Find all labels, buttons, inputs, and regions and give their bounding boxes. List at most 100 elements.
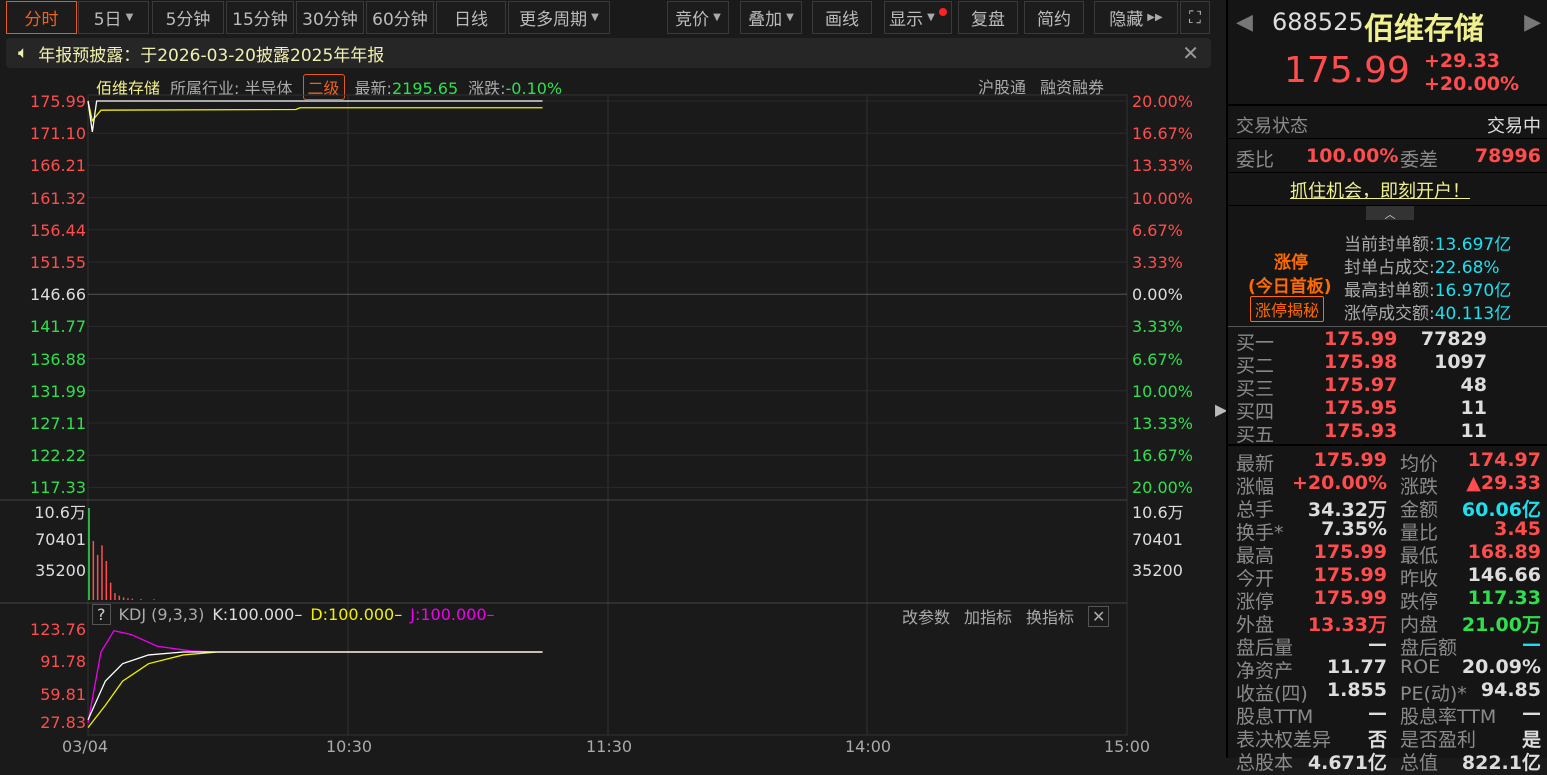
pct-tick: 3.33% (1132, 253, 1183, 272)
price-change: +29.33 (1424, 50, 1501, 72)
stat-value: 168.89 (1467, 541, 1541, 563)
kdj-tick: 123.76 (30, 620, 86, 639)
price-tick: 122.22 (30, 446, 86, 466)
open-account-link[interactable]: 抓住机会，即刻开户！ (1290, 177, 1470, 203)
stat-value: 175.99 (1313, 564, 1387, 586)
stat-value: 117.33 (1467, 587, 1541, 609)
limit-up-title: 涨停 (1274, 253, 1308, 273)
stat-value: 1.855 (1326, 679, 1387, 701)
price-tick: 127.11 (30, 414, 86, 433)
stat-value: 20.09% (1461, 656, 1541, 678)
stat-value: — (1522, 633, 1541, 655)
stat-value: 175.99 (1313, 587, 1387, 609)
stat-value: 4.671亿 (1307, 752, 1387, 774)
stock-title: 佰维存储 (1364, 12, 1484, 47)
stat-label: 总值 (1400, 752, 1439, 774)
bid-price[interactable]: 175.97 (1324, 374, 1397, 396)
time-tick: 03/04 (62, 737, 109, 756)
bid-price[interactable]: 175.99 (1324, 328, 1397, 350)
wc-label: 委差 (1400, 149, 1439, 171)
collapse-up-icon[interactable]: ︿ (1366, 206, 1414, 221)
stat-value: 822.1亿 (1461, 752, 1541, 774)
pct-tick: 13.33% (1132, 414, 1194, 433)
change-params-button[interactable]: 改参数 (902, 604, 950, 628)
limit-up-secret-button[interactable]: 涨停揭秘 (1250, 296, 1325, 322)
panel-splitter[interactable]: ▶ (1214, 0, 1227, 758)
wb-value: 100.00% (1306, 145, 1399, 167)
bid-price[interactable]: 175.93 (1324, 420, 1397, 442)
stat-value: — (1368, 702, 1387, 724)
stat-value: 146.66 (1467, 564, 1541, 586)
volume-tick: 10.6万 (34, 503, 86, 522)
stat-value: — (1522, 702, 1541, 724)
seal-label: 涨停成交额: (1344, 304, 1435, 324)
time-tick: 11:30 (586, 737, 633, 756)
seal-label: 最高封单额: (1344, 281, 1435, 301)
stat-value: 7.35% (1321, 518, 1387, 540)
stat-value: 174.97 (1467, 449, 1541, 471)
stat-value: 11.77 (1326, 656, 1387, 678)
price-tick: 141.77 (30, 317, 86, 337)
price-tick: 156.44 (30, 220, 86, 240)
bid-level: 买五 (1236, 424, 1275, 446)
pct-tick: 0.00% (1132, 285, 1183, 305)
next-stock-icon[interactable]: ▶ (1524, 10, 1541, 35)
stat-value: ▲29.33 (1466, 472, 1541, 494)
bid-volume: 11 (1460, 397, 1487, 419)
pct-tick: 16.67% (1132, 124, 1194, 144)
stock-code: 688525 (1272, 8, 1364, 36)
kdj-tick: 27.83 (40, 713, 86, 732)
stat-value: +20.00% (1291, 472, 1387, 494)
kdj-d: D:100.000– (310, 605, 403, 624)
volume-tick: 35200 (1132, 561, 1183, 580)
time-tick: 15:00 (1104, 737, 1151, 756)
quote-panel: ◀ ▶ 688525 佰维存储 175.99 +29.33 +20.00% 交易… (1226, 0, 1547, 774)
price-tick: 166.21 (30, 156, 86, 176)
switch-indicator-button[interactable]: 换指标 (1026, 604, 1074, 628)
add-indicator-button[interactable]: 加指标 (964, 604, 1012, 628)
price-tick: 117.33 (30, 478, 86, 498)
bid-volume: 1097 (1434, 351, 1487, 373)
price-tick: 171.10 (30, 124, 86, 144)
stat-value: 175.99 (1313, 541, 1387, 563)
seal-row: 最高封单额:16.970亿 (1344, 276, 1511, 301)
seal-value: 16.970亿 (1434, 281, 1512, 301)
price-tick: 161.32 (30, 188, 86, 208)
time-tick: 14:00 (845, 737, 892, 756)
seal-row: 封单占成交:22.68% (1344, 253, 1500, 278)
kdj-j: J:100.000– (410, 605, 495, 624)
stat-label: ROE (1400, 656, 1441, 678)
close-indicator-icon[interactable]: ✕ (1088, 605, 1110, 627)
pct-tick: 10.00% (1132, 188, 1194, 208)
stat-label: 总股本 (1236, 752, 1294, 774)
volume-tick: 70401 (35, 530, 86, 549)
wb-label: 委比 (1236, 149, 1275, 171)
kdj-j-line (87, 629, 543, 723)
bid-price[interactable]: 175.98 (1324, 351, 1397, 373)
volume-tick: 70401 (1132, 530, 1183, 549)
price-tick: 136.88 (30, 349, 86, 369)
bid-volume: 11 (1460, 420, 1487, 442)
price-pct: +20.00% (1424, 73, 1520, 95)
status-label: 交易状态 (1236, 116, 1308, 137)
pct-tick: 6.67% (1132, 220, 1183, 240)
current-price: 175.99 (1284, 50, 1410, 91)
kdj-title[interactable]: KDJ (9,3,3) (119, 605, 205, 624)
volume-tick: 35200 (35, 561, 86, 580)
time-tick: 10:30 (326, 737, 373, 756)
prev-stock-icon[interactable]: ◀ (1236, 10, 1253, 35)
volume-tick: 10.6万 (1132, 503, 1184, 522)
kdj-k: K:100.000– (212, 605, 303, 624)
kdj-tick: 91.78 (40, 652, 86, 671)
price-tick: 151.55 (30, 253, 86, 272)
stat-value: — (1368, 633, 1387, 655)
pct-tick: 13.33% (1132, 156, 1194, 176)
seal-label: 封单占成交: (1344, 258, 1435, 278)
stat-value: 94.85 (1480, 679, 1541, 701)
stat-value: 3.45 (1494, 518, 1541, 540)
bid-price[interactable]: 175.95 (1324, 397, 1397, 419)
help-button[interactable]: ? (92, 604, 111, 625)
pct-tick: 10.00% (1132, 381, 1194, 401)
pct-tick: 3.33% (1132, 317, 1183, 337)
intraday-chart[interactable] (0, 0, 1215, 758)
